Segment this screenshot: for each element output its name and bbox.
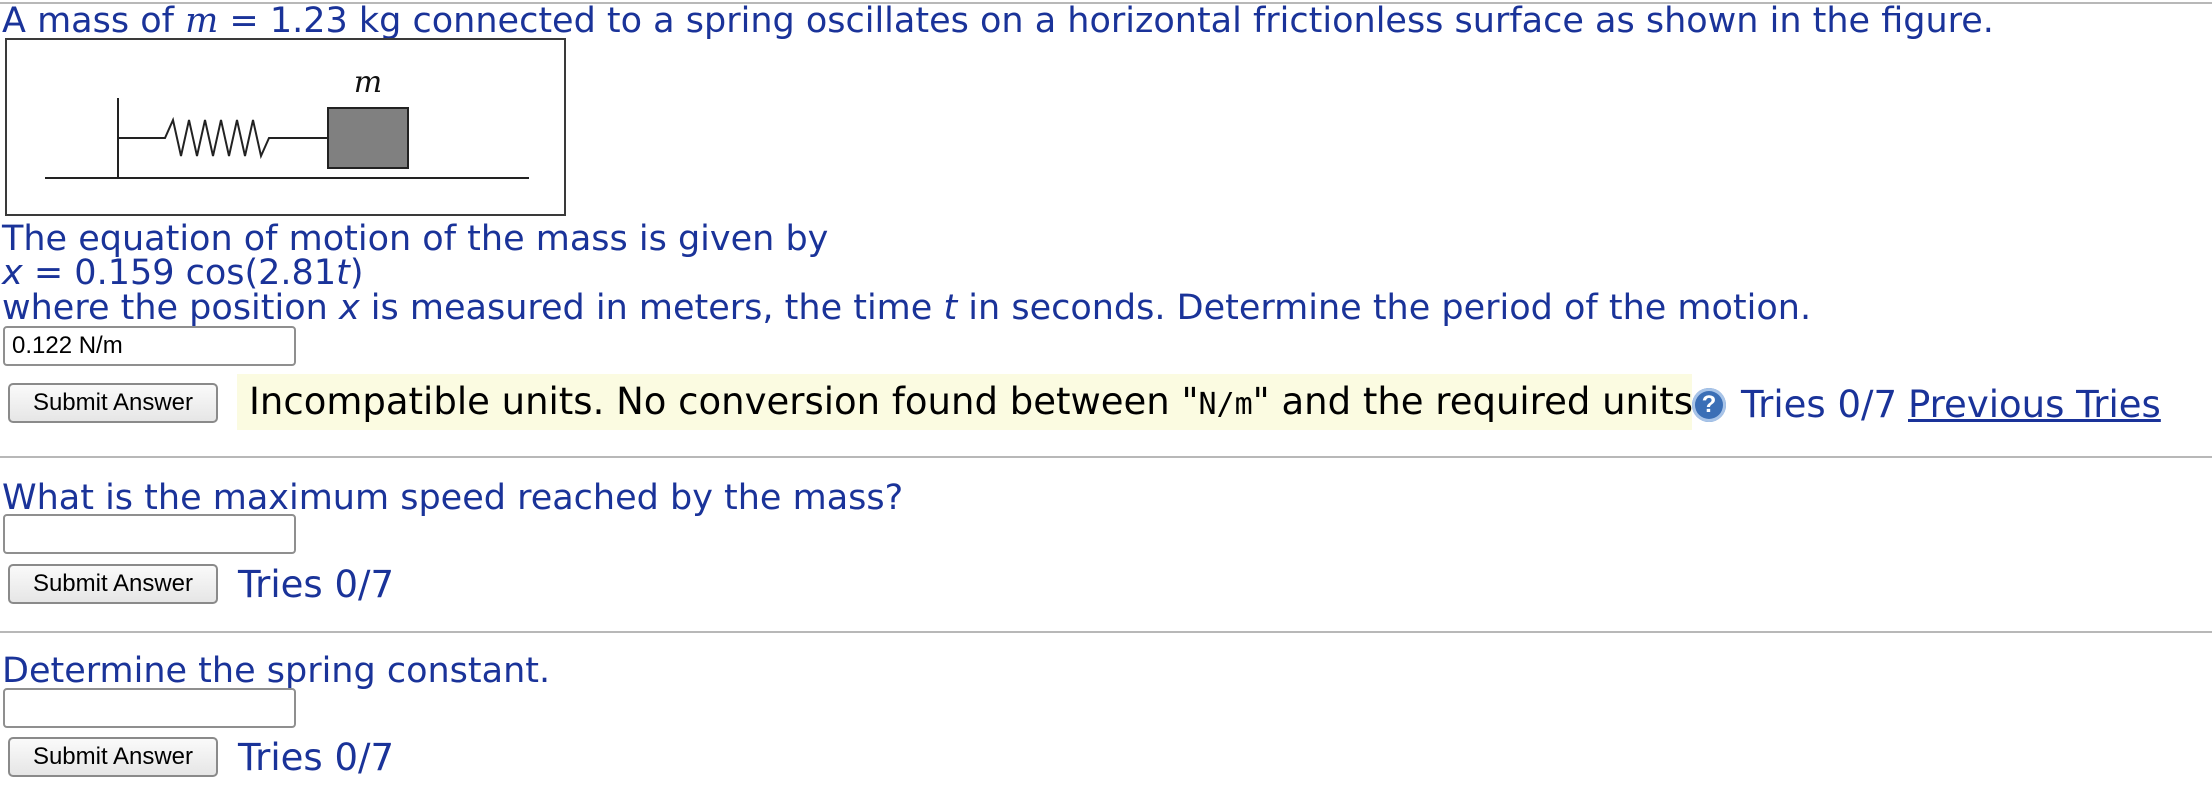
where-text-1: where the position [2, 288, 339, 328]
part2-tries: Tries 0/7 [238, 563, 395, 606]
where-t-variable: t [943, 288, 958, 328]
where-text-2: is measured in meters, the time [359, 288, 944, 328]
part3-answer-input[interactable] [3, 688, 296, 728]
part3-question: Determine the spring constant. [2, 651, 551, 691]
mass-variable: m [185, 1, 219, 41]
previous-tries-link[interactable]: Previous Tries [1908, 383, 2161, 427]
part2-divider [0, 631, 2212, 633]
feedback-unit-code: N/m [1198, 387, 1253, 422]
problem-intro: A mass of m = 1.23 kg connected to a spr… [2, 1, 1994, 41]
mass-label: m [354, 65, 382, 100]
part1-answer-input[interactable] [3, 326, 296, 366]
mass-block [327, 107, 409, 169]
part1-submit-button[interactable]: Submit Answer [8, 383, 218, 423]
part3-tries: Tries 0/7 [238, 736, 395, 779]
equation-close: ) [349, 253, 364, 293]
spring-mass-diagram: m [45, 65, 529, 179]
equation-body: = 0.159 cos(2.81 [22, 253, 337, 293]
intro-text-end: = 1.23 kg connected to a spring oscillat… [218, 1, 1994, 41]
part2-answer-input[interactable] [3, 514, 296, 554]
part2-question: What is the maximum speed reached by the… [2, 478, 904, 518]
part1-question: where the position x is measured in mete… [2, 288, 1811, 328]
spring-mass-figure: m [5, 38, 566, 216]
part1-feedback: Incompatible units. No conversion found … [237, 374, 1705, 430]
t-variable: t [336, 253, 350, 293]
x-variable: x [2, 253, 23, 293]
intro-text-start: A mass of [2, 1, 186, 41]
feedback-text-2: " and the required units. [1252, 380, 1705, 423]
part1-tries: Tries 0/7 [1741, 383, 1898, 426]
feedback-text-1: Incompatible units. No conversion found … [249, 380, 1199, 423]
part2-submit-button[interactable]: Submit Answer [8, 564, 218, 604]
feedback-message: Incompatible units. No conversion found … [249, 380, 1705, 427]
equation-of-motion: x = 0.159 cos(2.81t) [2, 253, 364, 293]
part3-submit-button[interactable]: Submit Answer [8, 737, 218, 777]
where-text-3: in seconds. Determine the period of the … [957, 288, 1812, 328]
spring-coil [118, 116, 328, 160]
where-x-variable: x [338, 288, 360, 328]
question-circle-icon[interactable]: ? [1692, 388, 1726, 422]
part1-divider [0, 456, 2212, 458]
